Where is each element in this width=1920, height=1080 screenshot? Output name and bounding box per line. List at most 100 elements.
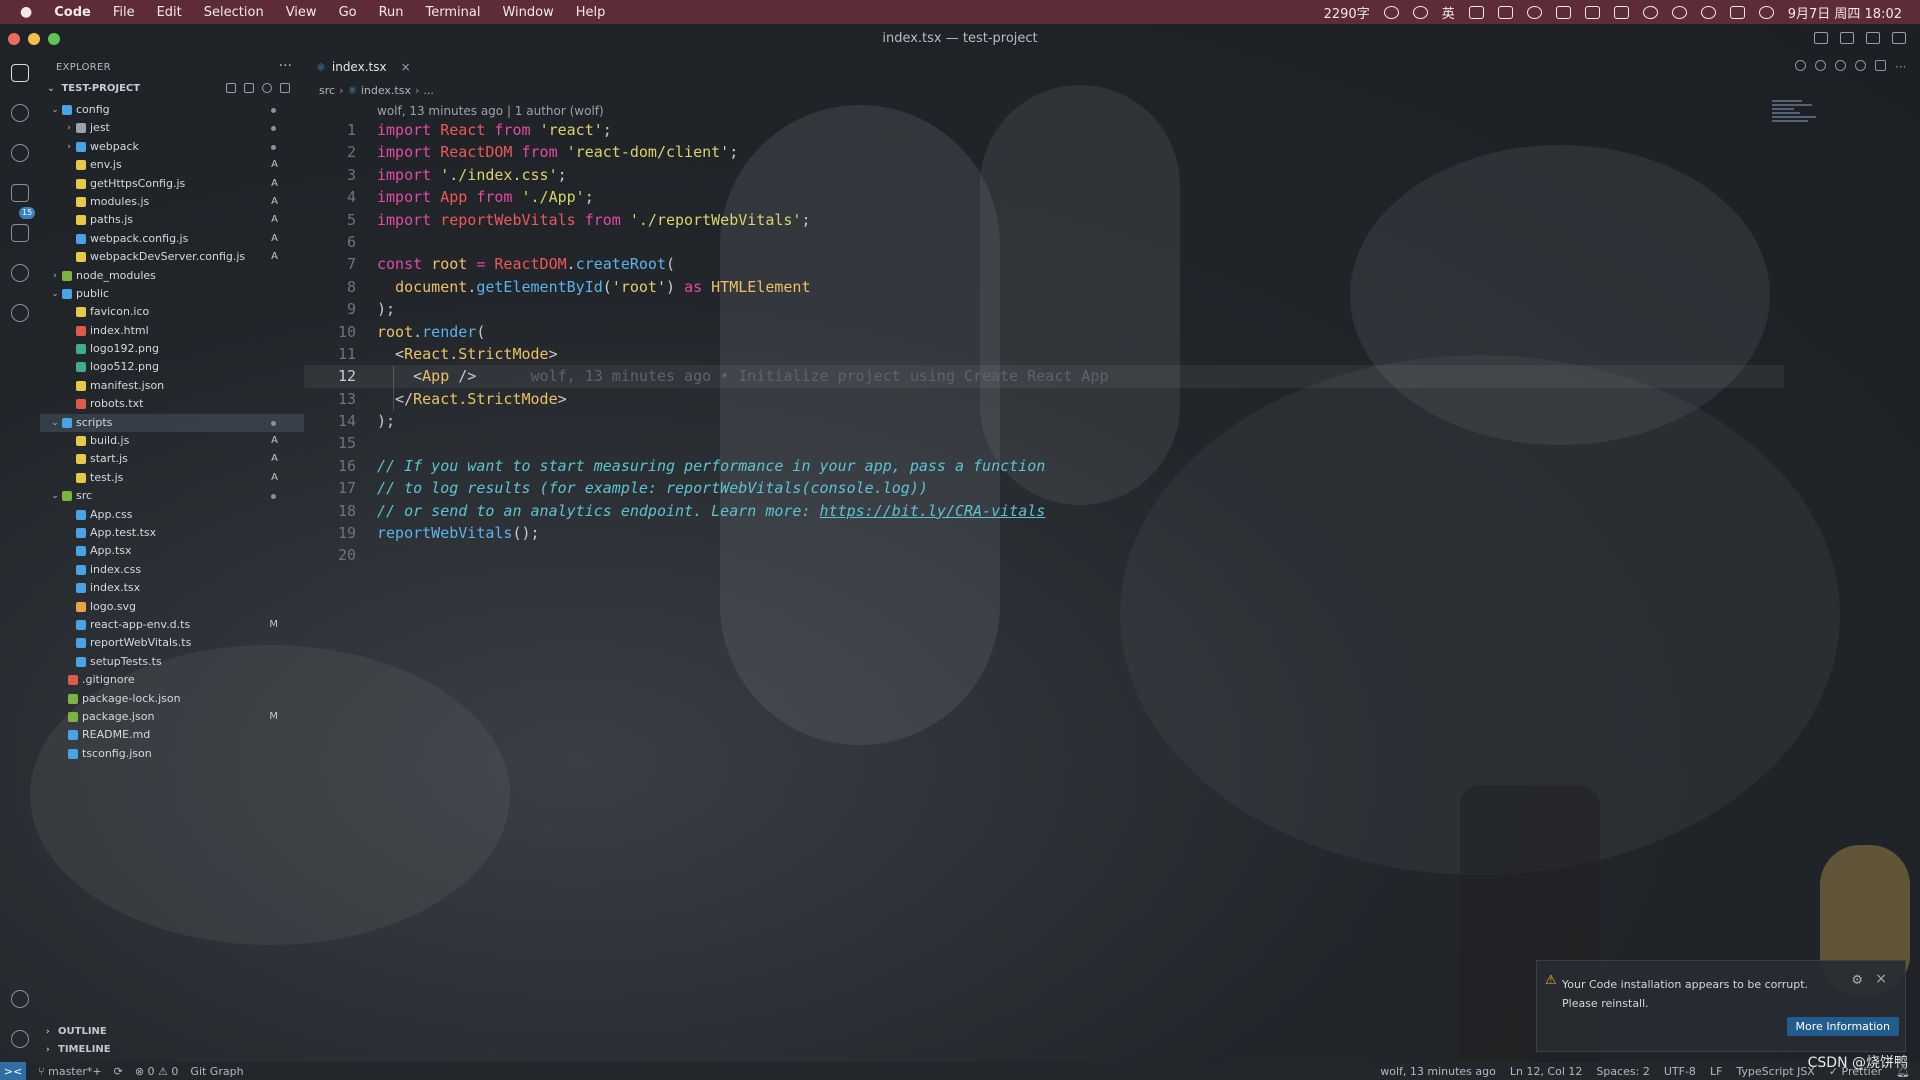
remote-indicator-icon[interactable]: ><	[0, 1062, 26, 1080]
tree-item[interactable]: env.js A	[40, 156, 304, 174]
git-branch[interactable]: ⑂ master*+	[38, 1065, 102, 1078]
toggle-panel-icon[interactable]	[1840, 32, 1854, 44]
menubar-datetime[interactable]: 9月7日 周四 18:02	[1788, 3, 1902, 22]
menu-run[interactable]: Run	[379, 5, 404, 20]
siri-icon[interactable]	[1758, 5, 1774, 19]
refresh-icon[interactable]	[262, 83, 272, 93]
menu-go[interactable]: Go	[339, 5, 357, 20]
manage-gear-icon[interactable]	[11, 1030, 29, 1048]
toggle-secondary-sidebar-icon[interactable]	[1866, 32, 1880, 44]
emoji-tray-icon[interactable]	[1383, 5, 1399, 19]
customize-layout-icon[interactable]	[1892, 32, 1906, 44]
tree-item[interactable]: README.md	[40, 726, 304, 744]
tree-item[interactable]: start.js A	[40, 450, 304, 468]
tree-item[interactable]: package.json M	[40, 708, 304, 726]
code-line[interactable]: 4 import App from './App';	[304, 186, 1784, 208]
cursor-position[interactable]: Ln 12, Col 12	[1510, 1065, 1583, 1078]
minimap[interactable]	[1772, 100, 1816, 138]
tree-item[interactable]: reportWebVitals.ts	[40, 634, 304, 652]
previous-change-icon[interactable]	[1815, 60, 1826, 71]
tree-item[interactable]: ⌄ scripts	[40, 413, 304, 433]
tree-item[interactable]: App.test.tsx	[40, 524, 304, 542]
extensions-icon[interactable]	[11, 224, 29, 242]
code-line[interactable]: 7 const root = ReactDOM.createRoot(	[304, 253, 1784, 275]
next-change-icon[interactable]	[1835, 60, 1846, 71]
battery-icon[interactable]	[1613, 5, 1629, 19]
menu-selection[interactable]: Selection	[204, 5, 264, 20]
code-line[interactable]: 1 import React from 'react';	[304, 119, 1784, 141]
breadcrumb-file[interactable]: index.tsx	[361, 84, 411, 97]
tree-item[interactable]: logo512.png	[40, 358, 304, 376]
control-center-icon[interactable]	[1729, 5, 1745, 19]
tree-item[interactable]: package-lock.json	[40, 690, 304, 708]
tree-item[interactable]: getHttpsConfig.js A	[40, 175, 304, 193]
new-folder-icon[interactable]	[244, 83, 254, 93]
microphone-tray-icon[interactable]	[1412, 5, 1428, 19]
tree-item[interactable]: test.js A	[40, 469, 304, 487]
collapse-all-icon[interactable]	[280, 83, 290, 93]
tree-item[interactable]: › jest	[40, 119, 304, 137]
code-line[interactable]: 8 document.getElementById('root') as HTM…	[304, 276, 1784, 298]
tree-item[interactable]: modules.js A	[40, 193, 304, 211]
tree-item[interactable]: robots.txt	[40, 395, 304, 413]
wifi-icon[interactable]	[1642, 5, 1658, 19]
wechat-tray-icon[interactable]	[1526, 5, 1542, 19]
remote-explorer-icon[interactable]	[11, 304, 29, 322]
code-line[interactable]: 12 <App /> wolf, 13 minutes ago • Initia…	[304, 365, 1784, 388]
input-method-indicator[interactable]: 英	[1442, 3, 1455, 22]
time-machine-icon[interactable]	[1700, 5, 1716, 19]
code-line[interactable]: 2 import ReactDOM from 'react-dom/client'…	[304, 141, 1784, 163]
tree-item[interactable]: index.tsx	[40, 579, 304, 597]
menu-help[interactable]: Help	[576, 5, 606, 20]
code-line[interactable]: 20	[304, 544, 1784, 566]
tree-item[interactable]: tsconfig.json	[40, 745, 304, 763]
code-line[interactable]: 15	[304, 432, 1784, 454]
code-line[interactable]: 5 import reportWebVitals from './reportWe…	[304, 209, 1784, 231]
sync-changes-icon[interactable]: ⟳	[114, 1065, 123, 1078]
outline-section[interactable]: › OUTLINE	[46, 1026, 107, 1037]
close-tab-icon[interactable]: ×	[401, 60, 411, 74]
tree-item[interactable]: logo.svg	[40, 598, 304, 616]
tree-item[interactable]: › node_modules	[40, 267, 304, 285]
explorer-icon[interactable]	[11, 64, 29, 82]
tree-item[interactable]: logo192.png	[40, 340, 304, 358]
code-line[interactable]: 18 // or send to an analytics endpoint. L…	[304, 500, 1784, 522]
more-information-button[interactable]: More Information	[1786, 1017, 1899, 1036]
tree-item[interactable]: manifest.json	[40, 377, 304, 395]
tree-item[interactable]: ⌄ config	[40, 101, 304, 119]
editor-more-icon[interactable]: ···	[1895, 60, 1906, 74]
menu-view[interactable]: View	[286, 5, 317, 20]
tree-item[interactable]: App.tsx	[40, 542, 304, 560]
tree-item[interactable]: index.html	[40, 322, 304, 340]
code-line[interactable]: 13 </React.StrictMode>	[304, 388, 1784, 410]
timeline-section[interactable]: › TIMELINE	[46, 1044, 111, 1055]
code-editor[interactable]: 1 import React from 'react'; 2 import React…	[304, 119, 1784, 567]
code-line[interactable]: 11 <React.StrictMode>	[304, 343, 1784, 365]
tree-item[interactable]: App.css	[40, 506, 304, 524]
accounts-icon[interactable]	[11, 990, 29, 1008]
new-file-icon[interactable]	[226, 83, 236, 93]
code-line[interactable]: 6	[304, 231, 1784, 253]
breadcrumb-src[interactable]: src	[319, 84, 335, 97]
tree-item[interactable]: react-app-env.d.ts M	[40, 616, 304, 634]
menu-terminal[interactable]: Terminal	[426, 5, 481, 20]
word-count[interactable]: 2290字	[1324, 3, 1370, 22]
tab-index-tsx[interactable]: ⚛ index.tsx ×	[308, 57, 419, 77]
explorer-more-icon[interactable]: ···	[279, 58, 292, 74]
git-graph-status[interactable]: Git Graph	[190, 1065, 243, 1078]
tree-item[interactable]: index.css	[40, 561, 304, 579]
code-line[interactable]: 10 root.render(	[304, 321, 1784, 343]
problems-indicator[interactable]: ⊗ 0 ⚠ 0	[135, 1065, 179, 1078]
photo-tray-icon[interactable]	[1555, 5, 1571, 19]
eol-status[interactable]: LF	[1710, 1065, 1722, 1078]
git-lens-icon[interactable]	[1855, 60, 1866, 71]
menu-file[interactable]: File	[113, 5, 135, 20]
source-control-icon[interactable]	[11, 144, 29, 162]
tree-item[interactable]: › webpack	[40, 138, 304, 156]
notification-settings-gear-icon[interactable]: ⚙	[1851, 973, 1863, 988]
spotlight-search-icon[interactable]	[1671, 5, 1687, 19]
tree-item[interactable]: webpackDevServer.config.js A	[40, 248, 304, 266]
run-debug-icon[interactable]	[11, 184, 29, 202]
apple-menu-icon[interactable]: ●	[20, 4, 32, 20]
code-line[interactable]: 17 // to log results (for example: report…	[304, 477, 1784, 499]
